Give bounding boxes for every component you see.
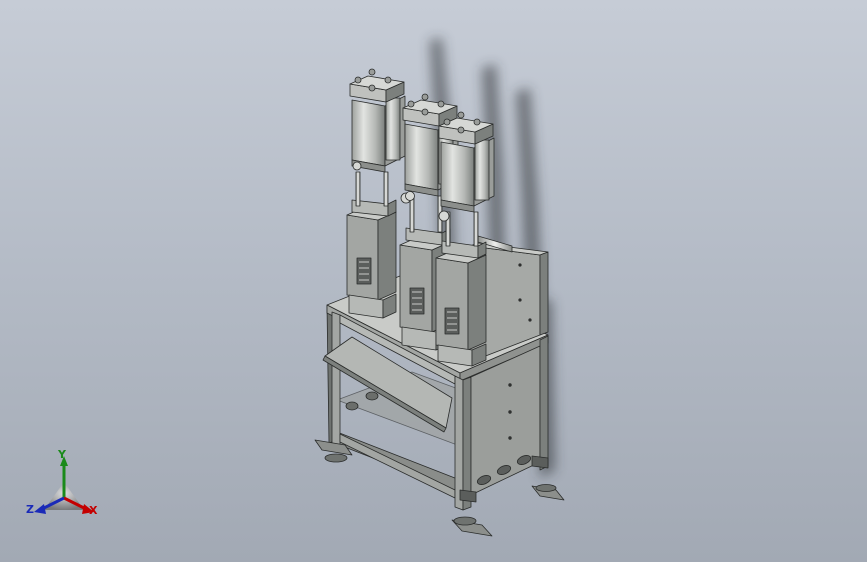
coordinate-triad[interactable]: X Y Z <box>22 448 108 526</box>
x-axis-label: X <box>89 504 98 517</box>
graphics-viewport[interactable]: X Y Z <box>0 0 867 562</box>
z-axis-label: Z <box>26 503 34 516</box>
press-machine-model[interactable] <box>0 0 867 562</box>
y-axis-label: Y <box>58 448 66 461</box>
